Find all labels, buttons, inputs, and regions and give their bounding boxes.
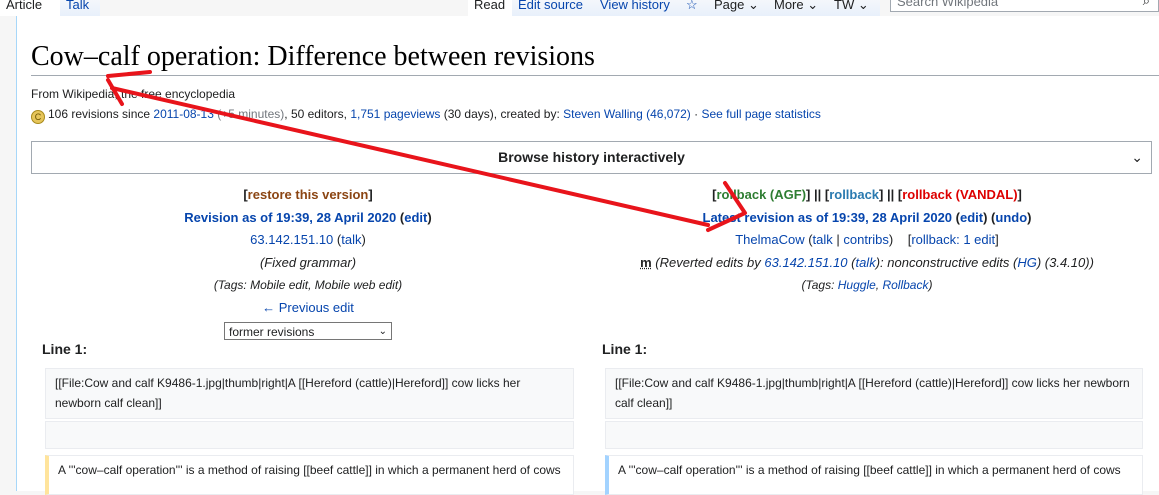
revisions-select-line: former revisions ⌄ xyxy=(38,319,578,342)
line-number-left: Line 1: xyxy=(42,341,88,357)
right-edit-link[interactable]: edit xyxy=(960,210,983,225)
restore-line: [restore this version] xyxy=(243,187,373,202)
tab-read[interactable]: Read xyxy=(468,0,512,16)
browse-history-toggle[interactable]: Browse history interactively ⌄ xyxy=(31,141,1152,174)
search-input[interactable]: Search Wikipedia ⌕ xyxy=(890,0,1159,12)
menu-more[interactable]: More ⌄ xyxy=(768,0,828,16)
tag-huggle-link[interactable]: Huggle xyxy=(838,278,876,292)
diff-context-left: [[File:Cow and calf K9486-1.jpg|thumb|ri… xyxy=(45,368,574,419)
summary-user-link[interactable]: 63.142.151.10 xyxy=(764,255,847,270)
right-user-link[interactable]: ThelmaCow xyxy=(735,232,804,247)
tab-view-history-label: View history xyxy=(600,0,670,12)
undo-link[interactable]: undo xyxy=(995,210,1027,225)
watch-star-icon[interactable]: ☆ xyxy=(680,0,708,16)
rollback-agf-link[interactable]: rollback (AGF) xyxy=(716,187,806,202)
right-tags-label: (Tags: xyxy=(801,278,838,292)
tag-rollback-link[interactable]: Rollback xyxy=(882,278,928,292)
chevron-down-icon: ⌄ xyxy=(807,0,819,12)
menu-more-label: More xyxy=(774,0,804,12)
left-edit-summary: (Fixed grammar) xyxy=(259,254,357,270)
diff-added-line: A '''cow–calf operation''' is a method o… xyxy=(605,455,1143,495)
prev-edit-line: ← Previous edit xyxy=(38,297,578,320)
menu-page-label: Page xyxy=(714,0,745,12)
rollback-link[interactable]: rollback xyxy=(829,187,879,202)
tab-article[interactable]: Article xyxy=(0,0,60,16)
right-edit-summary: m (Reverted edits by 63.142.151.10 (talk… xyxy=(640,254,1094,270)
tab-bar: Article Talk Read Edit source View histo… xyxy=(0,0,1159,16)
stats-separator: · xyxy=(690,107,702,121)
diff-right-header: [rollback (AGF)] || [rollback] || [rollb… xyxy=(597,184,1137,297)
chevron-down-icon: ⌄ xyxy=(857,0,869,12)
menu-tw-label: TW xyxy=(834,0,855,12)
tab-talk[interactable]: Talk xyxy=(60,0,100,16)
diff-context-right: [[File:Cow and calf K9486-1.jpg|thumb|ri… xyxy=(605,368,1143,419)
left-edit-link[interactable]: edit xyxy=(404,210,427,225)
restore-version-link[interactable]: restore this version xyxy=(248,187,369,202)
rollback-one-edit-link[interactable]: rollback: 1 edit xyxy=(911,232,995,247)
diff-context-empty-left xyxy=(45,421,574,449)
right-user-line: ThelmaCow (talk | contribs) [rollback: 1… xyxy=(735,232,999,247)
chevron-down-icon: ⌄ xyxy=(748,0,759,12)
stats-delta: (+5 minutes) xyxy=(217,107,285,121)
tab-read-label: Read xyxy=(474,0,506,12)
former-revisions-select[interactable]: former revisions ⌄ xyxy=(224,321,392,340)
stats-creator-count-link[interactable]: (46,072) xyxy=(646,107,691,121)
menu-page[interactable]: Page ⌄ xyxy=(708,0,768,16)
search-placeholder: Search Wikipedia xyxy=(897,0,999,9)
left-tags: (Tags: Mobile edit, Mobile web edit) xyxy=(213,278,403,292)
rollback-vandal-link[interactable]: rollback (VANDAL) xyxy=(902,187,1017,202)
tab-article-label: Article xyxy=(6,0,43,12)
tab-talk-label: Talk xyxy=(66,0,90,12)
chevron-down-icon: ⌄ xyxy=(1131,149,1143,165)
summary-text-a: (Reverted edits by xyxy=(655,254,765,270)
stats-since-date-link[interactable]: 2011-08-13 xyxy=(153,107,214,121)
tab-edit-source-label: Edit source xyxy=(518,0,584,12)
left-talk-link[interactable]: talk xyxy=(341,232,361,247)
right-tags: (Tags: Huggle, Rollback) xyxy=(801,278,933,292)
summary-talk-link[interactable]: talk xyxy=(855,255,875,270)
chevron-down-icon: ⌄ xyxy=(378,325,387,337)
stats-creator-link[interactable]: Steven Walling xyxy=(563,107,643,121)
stats-revisions: 106 revisions since xyxy=(48,107,151,121)
stats-pageviews-link[interactable]: 1,751 pageviews xyxy=(350,107,440,121)
left-revision-line: Revision as of 19:39, 28 April 2020 (edi… xyxy=(184,209,432,225)
right-talk-link[interactable]: talk xyxy=(813,232,833,247)
browse-history-label: Browse history interactively xyxy=(498,149,685,165)
page-stats: C 106 revisions since 2011-08-13 (+5 minu… xyxy=(31,107,821,124)
title-divider xyxy=(31,75,1159,76)
minor-edit-flag: m xyxy=(640,254,652,270)
right-contribs-link[interactable]: contribs xyxy=(843,232,889,247)
former-revisions-value: former revisions xyxy=(229,324,315,339)
page-title: Cow–calf operation: Difference between r… xyxy=(31,41,595,72)
line-number-right: Line 1: xyxy=(602,341,648,357)
stats-days: (30 days), created by: xyxy=(443,107,560,121)
summary-hg-link[interactable]: HG xyxy=(1017,255,1037,270)
summary-text-c: ) (3.4.10)) xyxy=(1036,254,1094,270)
star-glyph: ☆ xyxy=(686,0,698,12)
menu-tw[interactable]: TW ⌄ xyxy=(828,0,880,16)
stats-full-link[interactable]: See full page statistics xyxy=(701,107,820,121)
right-tags-end: ) xyxy=(928,278,933,292)
rollback-line: [rollback (AGF)] || [rollback] || [rollb… xyxy=(712,187,1022,202)
diff-context-empty-right xyxy=(605,421,1143,449)
right-revision-link[interactable]: Latest revision as of 19:39, 28 April 20… xyxy=(703,210,953,225)
tab-view-history[interactable]: View history xyxy=(594,0,680,16)
diff-left-header: [restore this version] Revision as of 19… xyxy=(38,184,578,342)
tagline: From Wikipedia, the free encyclopedia xyxy=(31,87,236,101)
stats-editors: , 50 editors, xyxy=(284,107,347,121)
coin-icon: C xyxy=(31,110,45,124)
summary-text-b: ): nonconstructive edits ( xyxy=(875,254,1018,270)
content-area: Cow–calf operation: Difference between r… xyxy=(16,16,1159,491)
left-user-line: 63.142.151.10 (talk) xyxy=(250,232,366,247)
diff-deleted-line: A '''cow–calf operation''' is a method o… xyxy=(45,455,574,495)
left-user-link[interactable]: 63.142.151.10 xyxy=(250,232,333,247)
tab-edit-source[interactable]: Edit source xyxy=(512,0,594,16)
previous-edit-link[interactable]: ← Previous edit xyxy=(262,300,354,315)
left-revision-link[interactable]: Revision as of 19:39, 28 April 2020 xyxy=(184,210,396,225)
right-revision-line: Latest revision as of 19:39, 28 April 20… xyxy=(702,209,1032,225)
search-icon[interactable]: ⌕ xyxy=(1143,0,1150,9)
